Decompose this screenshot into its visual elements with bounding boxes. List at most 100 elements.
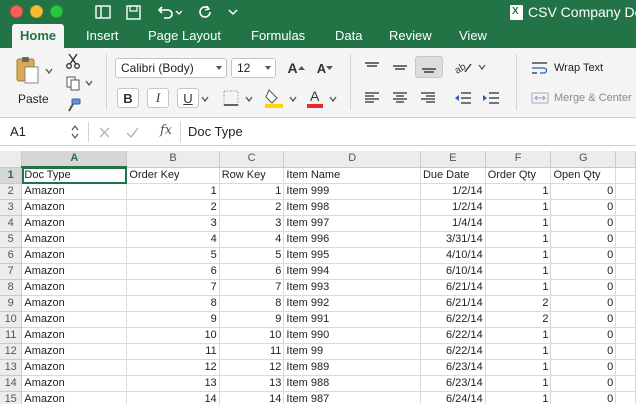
cell[interactable]: 6/22/14 xyxy=(420,327,486,344)
formula-input[interactable]: Doc Type xyxy=(188,124,243,139)
cell[interactable]: Amazon xyxy=(21,327,128,344)
row-header[interactable]: 15 xyxy=(0,391,23,404)
spreadsheet-grid[interactable]: A B C D E F G 1 Doc Type Order Key Row Key I… xyxy=(0,151,636,404)
cell[interactable]: Item 991 xyxy=(283,311,421,328)
fill-color-icon[interactable] xyxy=(262,86,286,110)
row-header[interactable]: 14 xyxy=(0,375,23,392)
cell[interactable]: 6/23/14 xyxy=(420,359,486,376)
copy-options-chevron-icon[interactable] xyxy=(84,78,94,88)
row-header[interactable]: 4 xyxy=(0,215,23,232)
cell[interactable]: 9 xyxy=(219,311,285,328)
cell[interactable]: Item 997 xyxy=(283,215,421,232)
font-size-dropdown[interactable]: 12 xyxy=(231,58,276,78)
zoom-window-button[interactable] xyxy=(50,5,63,18)
cell[interactable]: 1/2/14 xyxy=(420,199,486,216)
cell[interactable] xyxy=(615,375,636,392)
cell[interactable]: 3/31/14 xyxy=(420,231,486,248)
cell[interactable]: Item 994 xyxy=(283,263,421,280)
increase-indent-icon[interactable] xyxy=(479,88,503,108)
cell[interactable]: 0 xyxy=(550,327,617,344)
column-header-a[interactable]: A xyxy=(21,151,128,168)
cell[interactable]: 6/21/14 xyxy=(420,295,486,312)
name-box-stepper-icon[interactable] xyxy=(68,123,82,141)
cell[interactable]: 1 xyxy=(485,343,552,360)
cell[interactable]: 7 xyxy=(126,279,220,296)
tab-data[interactable]: Data xyxy=(327,24,370,48)
wrap-text-icon[interactable] xyxy=(530,60,550,76)
cell[interactable]: 5 xyxy=(126,247,220,264)
cell[interactable] xyxy=(615,279,636,296)
font-color-chevron-icon[interactable] xyxy=(328,94,338,104)
decrease-font-size-icon[interactable]: A xyxy=(313,57,337,79)
column-header-h[interactable] xyxy=(615,151,636,168)
cell[interactable] xyxy=(615,359,636,376)
cell[interactable]: 10 xyxy=(126,327,220,344)
align-top-icon[interactable] xyxy=(359,56,385,78)
cell[interactable]: Row Key xyxy=(219,167,285,184)
cell[interactable] xyxy=(615,311,636,328)
cell[interactable]: Amazon xyxy=(21,375,128,392)
sidebar-toggle-icon[interactable] xyxy=(94,3,112,21)
cell[interactable]: 4/10/14 xyxy=(420,247,486,264)
cell[interactable]: 1 xyxy=(485,327,552,344)
format-painter-icon[interactable] xyxy=(64,96,82,114)
cell[interactable]: 6/24/14 xyxy=(420,391,486,404)
row-header[interactable]: 3 xyxy=(0,199,23,216)
cell[interactable]: Item 988 xyxy=(283,375,421,392)
cell[interactable]: 14 xyxy=(219,391,285,404)
select-all-corner[interactable] xyxy=(0,151,23,168)
row-header[interactable]: 9 xyxy=(0,295,23,312)
cell[interactable]: 0 xyxy=(550,247,617,264)
cell[interactable]: 6/22/14 xyxy=(420,311,486,328)
cell[interactable]: Item 989 xyxy=(283,359,421,376)
column-header-f[interactable]: F xyxy=(485,151,552,168)
tab-page-layout[interactable]: Page Layout xyxy=(140,24,229,48)
align-left-icon[interactable] xyxy=(359,88,385,108)
row-header[interactable]: 13 xyxy=(0,359,23,376)
cell[interactable]: 14 xyxy=(126,391,220,404)
cell[interactable]: 2 xyxy=(219,199,285,216)
cell[interactable] xyxy=(615,167,636,184)
cell[interactable]: 11 xyxy=(126,343,220,360)
font-color-icon[interactable]: A xyxy=(304,86,326,110)
cell[interactable]: 0 xyxy=(550,375,617,392)
cell[interactable]: 1 xyxy=(485,359,552,376)
cell[interactable]: 1 xyxy=(126,183,220,200)
cell[interactable]: Amazon xyxy=(21,183,128,200)
borders-options-chevron-icon[interactable] xyxy=(244,94,254,104)
row-header[interactable]: 8 xyxy=(0,279,23,296)
cell[interactable]: 12 xyxy=(219,359,285,376)
cell[interactable]: 9 xyxy=(126,311,220,328)
column-header-g[interactable]: G xyxy=(550,151,617,168)
cell[interactable]: Item Name xyxy=(283,167,421,184)
cell[interactable]: Amazon xyxy=(21,247,128,264)
cell[interactable]: 0 xyxy=(550,183,617,200)
cell[interactable]: Open Qty xyxy=(550,167,617,184)
enter-check-icon[interactable] xyxy=(124,124,140,140)
row-header[interactable]: 12 xyxy=(0,343,23,360)
tab-insert[interactable]: Insert xyxy=(78,24,127,48)
cell[interactable]: 4 xyxy=(219,231,285,248)
cell[interactable]: 11 xyxy=(219,343,285,360)
cell[interactable]: 6 xyxy=(126,263,220,280)
cell[interactable]: Item 999 xyxy=(283,183,421,200)
cell[interactable]: 1 xyxy=(485,391,552,404)
cell[interactable]: 6/22/14 xyxy=(420,343,486,360)
borders-icon[interactable] xyxy=(220,88,242,108)
minimize-window-button[interactable] xyxy=(30,5,43,18)
increase-font-size-icon[interactable]: A xyxy=(284,57,308,79)
cell[interactable]: 0 xyxy=(550,263,617,280)
cell[interactable] xyxy=(615,231,636,248)
cell[interactable]: Amazon xyxy=(21,391,128,404)
row-header[interactable]: 5 xyxy=(0,231,23,248)
row-header[interactable]: 7 xyxy=(0,263,23,280)
cell[interactable]: 1/2/14 xyxy=(420,183,486,200)
tab-review[interactable]: Review xyxy=(381,24,440,48)
cell[interactable]: 1 xyxy=(485,263,552,280)
cell[interactable]: Item 987 xyxy=(283,391,421,404)
customize-toolbar-icon[interactable] xyxy=(226,3,240,21)
cell[interactable]: Amazon xyxy=(21,359,128,376)
copy-icon[interactable] xyxy=(64,74,82,92)
cell[interactable]: Due Date xyxy=(420,167,486,184)
row-header[interactable]: 11 xyxy=(0,327,23,344)
